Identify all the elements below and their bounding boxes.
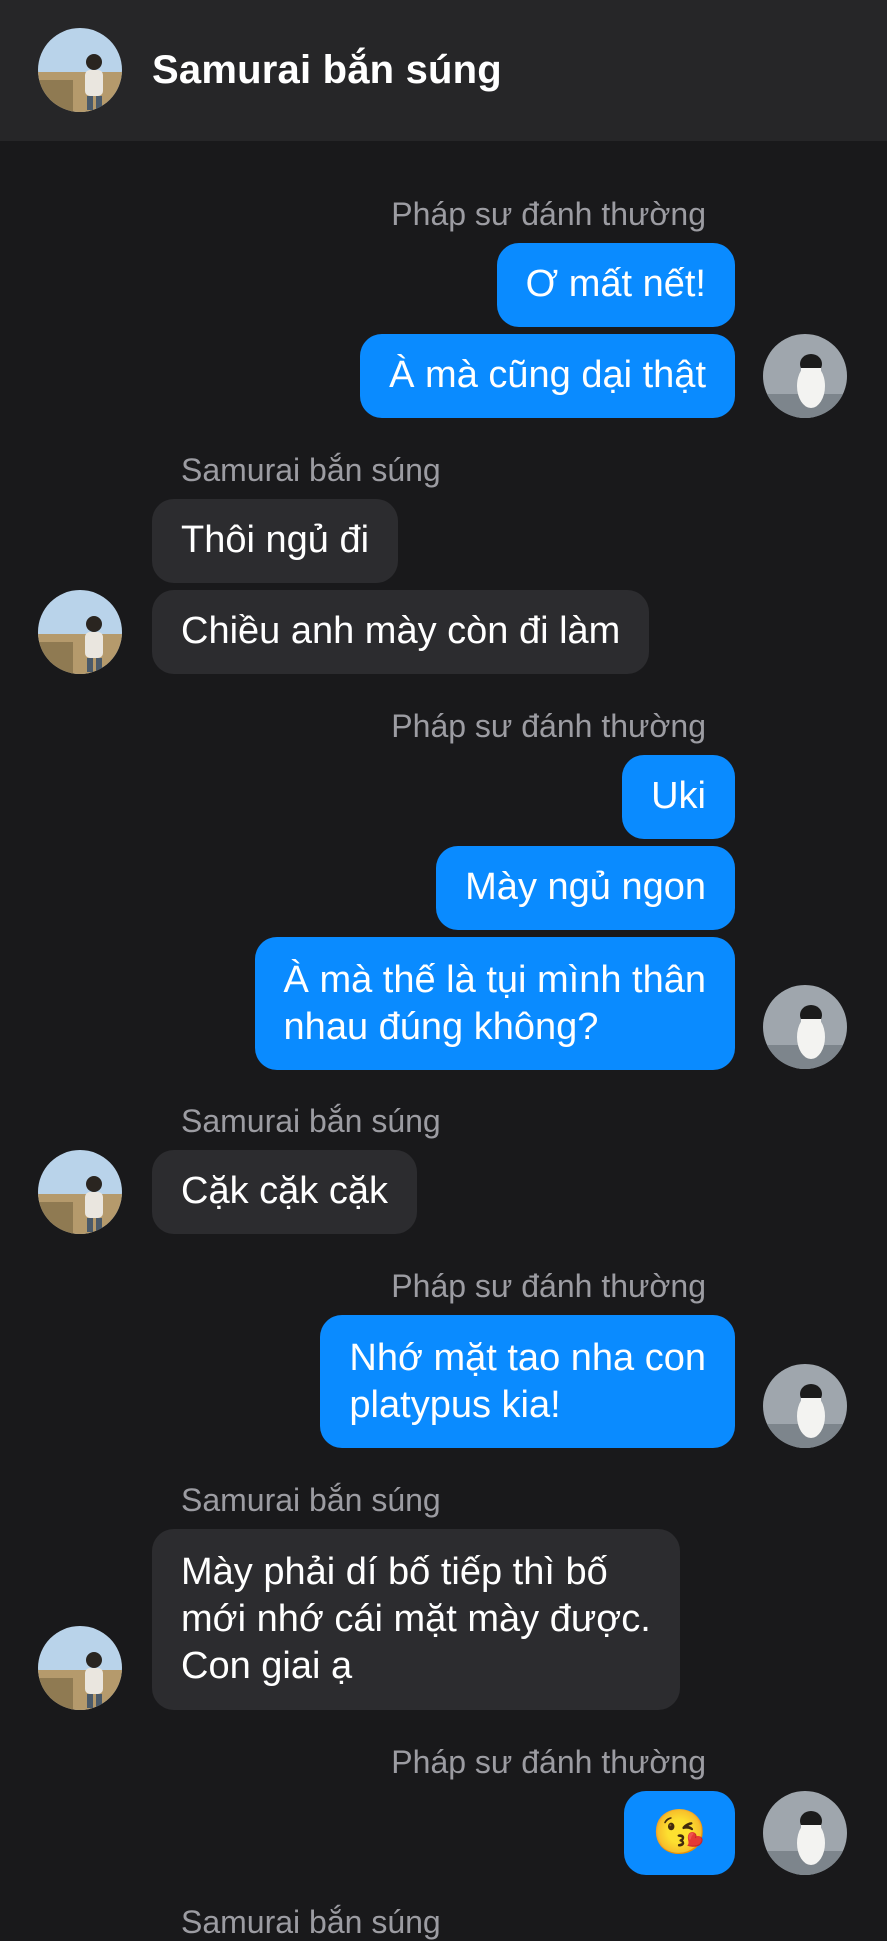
chat-title: Samurai bắn súng <box>152 48 502 92</box>
message-line: Con giai ạ <box>181 1645 353 1687</box>
message-bubble-incoming[interactable]: Chiều anh mày còn đi làm <box>152 590 650 674</box>
my-avatar[interactable] <box>763 1791 847 1875</box>
message-bubble-outgoing[interactable]: À mà thế là tụi mình thân nhau đúng khôn… <box>254 937 735 1070</box>
contact-avatar[interactable] <box>38 1150 122 1234</box>
sender-name-me: Pháp sư đánh thường <box>391 1268 706 1304</box>
sender-name-them: Samurai bắn súng <box>181 1904 441 1940</box>
message-bubble-outgoing[interactable]: Uki <box>622 755 735 839</box>
sender-name-me: Pháp sư đánh thường <box>391 196 706 232</box>
message-bubble-incoming[interactable]: Cặk cặk cặk <box>152 1150 417 1234</box>
message-bubble-outgoing[interactable]: À mà cũng dại thật <box>360 334 735 418</box>
message-line: Nhớ mặt tao nha con <box>349 1337 706 1379</box>
sender-name-me: Pháp sư đánh thường <box>391 708 706 744</box>
my-avatar[interactable] <box>763 985 847 1069</box>
sender-name-them: Samurai bắn súng <box>181 1103 441 1139</box>
message-line: Mày phải dí bố tiếp thì bố <box>181 1551 608 1593</box>
my-avatar[interactable] <box>763 1364 847 1448</box>
message-line: À mà thế là tụi mình thân <box>283 959 706 1001</box>
contact-avatar[interactable] <box>38 1626 122 1710</box>
contact-avatar[interactable] <box>38 28 122 112</box>
sender-name-me: Pháp sư đánh thường <box>391 1744 706 1780</box>
message-bubble-outgoing[interactable]: Nhớ mặt tao nha con platypus kia! <box>320 1315 735 1448</box>
kiss-emoji: 😘 <box>652 1808 707 1857</box>
message-bubble-outgoing[interactable]: Ơ mất nết! <box>496 243 735 327</box>
contact-avatar[interactable] <box>38 590 122 674</box>
chat-header: Samurai bắn súng <box>0 0 887 141</box>
message-line: mới nhớ cái mặt mày được. <box>181 1598 651 1640</box>
message-bubble-incoming[interactable]: Mày phải dí bố tiếp thì bố mới nhớ cái m… <box>152 1529 680 1710</box>
sender-name-them: Samurai bắn súng <box>181 1482 441 1518</box>
my-avatar[interactable] <box>763 334 847 418</box>
message-bubble-outgoing[interactable]: 😘 <box>624 1791 735 1875</box>
sender-name-them: Samurai bắn súng <box>181 452 441 488</box>
message-line: platypus kia! <box>349 1384 561 1426</box>
message-line: nhau đúng không? <box>283 1006 599 1048</box>
message-bubble-outgoing[interactable]: Mày ngủ ngon <box>436 846 735 930</box>
message-bubble-incoming[interactable]: Thôi ngủ đi <box>152 499 399 583</box>
